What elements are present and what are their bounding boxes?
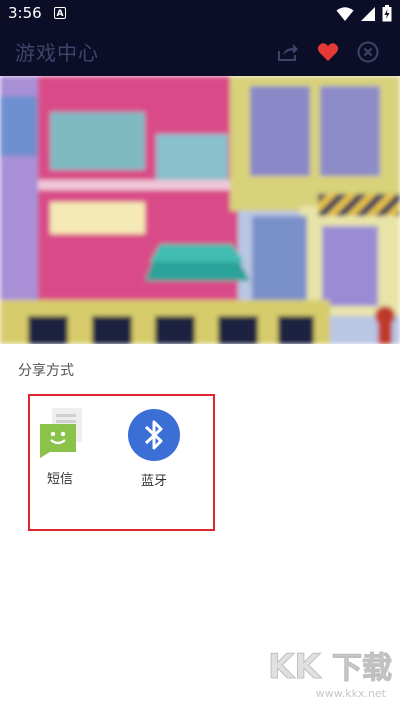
notification-icon: A — [54, 7, 66, 19]
game-preview — [0, 76, 400, 344]
app-header: 游戏中心 — [0, 28, 400, 76]
share-icon — [278, 44, 298, 61]
svg-text:下载: 下载 — [332, 651, 392, 684]
share-sheet-title: 分享方式 — [18, 363, 74, 379]
sms-icon — [40, 408, 82, 458]
page-title: 游戏中心 — [15, 41, 99, 65]
favorite-button[interactable] — [316, 40, 340, 64]
share-option-bluetooth[interactable]: 蓝牙 — [124, 408, 184, 489]
game-scene-image — [0, 76, 400, 344]
watermark-logo: KK 下载 www.kkx.net — [264, 644, 394, 704]
signal-icon — [361, 6, 375, 21]
close-icon — [357, 41, 379, 63]
kk-logo-icon: KK 下载 — [268, 647, 393, 688]
svg-text:KK: KK — [268, 647, 322, 684]
status-bar: 3:56 A — [0, 0, 400, 28]
bluetooth-icon — [128, 409, 180, 461]
wifi-icon — [336, 6, 354, 21]
battery-icon — [382, 5, 392, 22]
status-time: 3:56 — [8, 4, 42, 22]
heart-icon — [317, 43, 339, 61]
close-button[interactable] — [356, 40, 380, 64]
watermark-url: www.kkx.net — [315, 687, 386, 700]
share-option-label: 蓝牙 — [140, 474, 167, 489]
share-button[interactable] — [276, 40, 300, 64]
share-option-label: 短信 — [46, 472, 73, 487]
status-icons — [336, 5, 392, 22]
share-option-sms[interactable]: 短信 — [30, 408, 90, 487]
